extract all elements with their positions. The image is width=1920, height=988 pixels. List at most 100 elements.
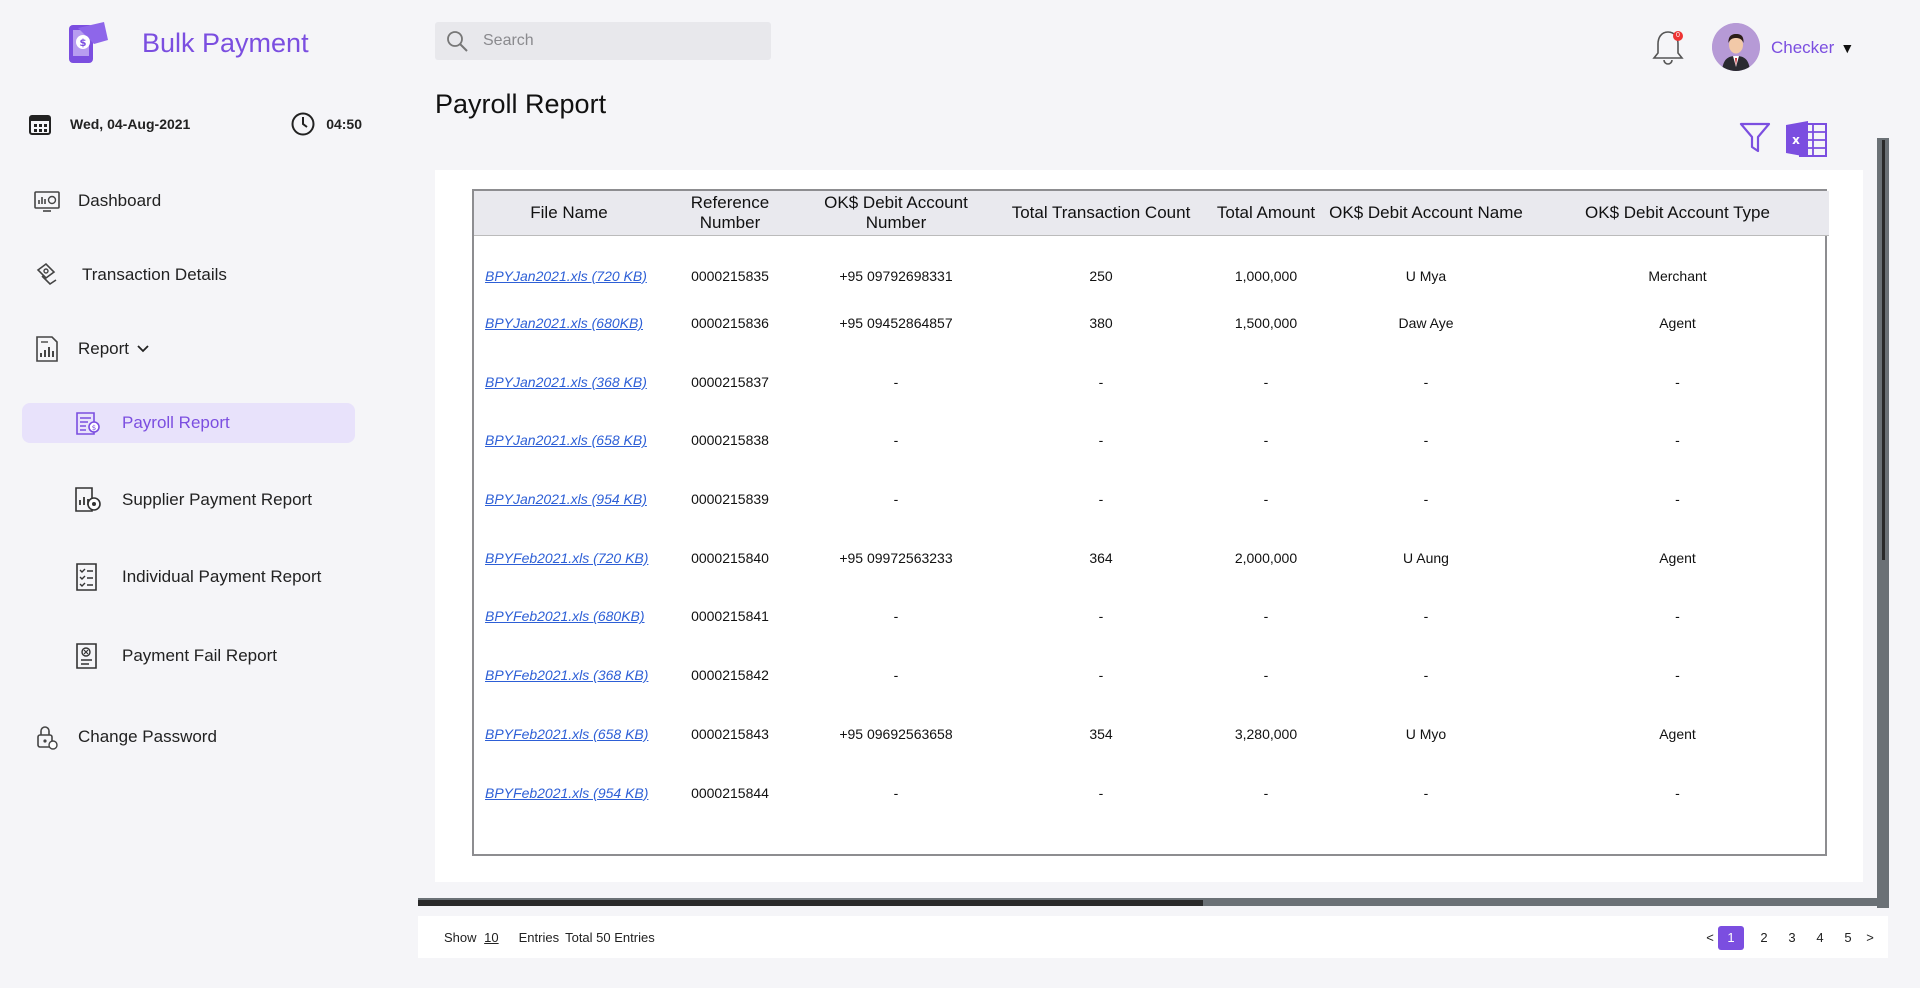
filter-icon[interactable] [1739, 120, 1771, 156]
sidebar: $ Bulk Payment Wed, 04-Aug-2021 04:50 Da… [0, 0, 380, 988]
page-button[interactable]: 4 [1806, 926, 1834, 950]
cell-total-transaction-count: - [1098, 784, 1104, 801]
notification-badge: 0 [1673, 31, 1683, 41]
cell-file-name: BPYJan2021.xls (368 KB) [474, 352, 664, 411]
sidebar-item-report[interactable]: Report [32, 334, 151, 364]
cell-file-name: BPYFeb2021.xls (954 KB) [474, 763, 664, 822]
supplier-report-icon [75, 487, 101, 512]
cell-total-amount: - [1263, 491, 1269, 508]
cell-total-transaction-count: - [1098, 373, 1104, 390]
page-button-current[interactable]: 1 [1718, 926, 1744, 950]
clock-icon [291, 112, 315, 136]
sidebar-item-label: Transaction Details [82, 265, 227, 284]
page-size-select[interactable]: 10 [484, 930, 498, 945]
cell-file-name: BPYJan2021.xls (720 KB) [474, 235, 664, 294]
cell-debit-account-number: - [893, 667, 899, 684]
file-download-link[interactable]: BPYFeb2021.xls (954 KB) [485, 785, 648, 801]
sidebar-item-change-password[interactable]: Change Password [32, 722, 217, 752]
calendar-icon [29, 115, 51, 135]
cell-debit-account-name: U Aung [1403, 549, 1449, 566]
notification-bell[interactable]: 0 [1651, 28, 1685, 66]
search-input[interactable] [483, 32, 743, 50]
cell-debit-account-number: - [893, 784, 899, 801]
file-download-link[interactable]: BPYFeb2021.xls (680KB) [485, 608, 645, 624]
cell-reference-number: 0000215838 [691, 432, 769, 449]
cell-reference-number: 0000215842 [691, 667, 769, 684]
cell-debit-account-type: - [1675, 373, 1680, 390]
cell-debit-account-type: - [1675, 784, 1680, 801]
file-download-link[interactable]: BPYJan2021.xls (954 KB) [485, 491, 647, 507]
cell-reference-number: 0000215843 [691, 725, 769, 742]
user-menu[interactable]: Checker ▼ [1771, 38, 1854, 58]
pagination: < 1 2 3 4 5 > [1702, 926, 1878, 950]
search-bar[interactable] [435, 22, 771, 60]
sidebar-item-dashboard[interactable]: Dashboard [32, 186, 161, 216]
sidebar-item-label: Dashboard [78, 191, 162, 210]
sidebar-item-transaction-details[interactable]: Transaction Details [32, 260, 227, 290]
cell-file-name: BPYFeb2021.xls (658 KB) [474, 705, 664, 764]
svg-text:$: $ [92, 424, 96, 432]
horizontal-scrollbar-thumb[interactable] [418, 900, 1203, 906]
avatar[interactable] [1712, 23, 1760, 71]
page-button[interactable]: 5 [1834, 926, 1862, 950]
show-entries[interactable]: Show 10 [444, 930, 499, 945]
lock-icon [37, 726, 58, 750]
file-download-link[interactable]: BPYJan2021.xls (368 KB) [485, 374, 647, 390]
cell-debit-account-type: Agent [1659, 549, 1696, 566]
cell-debit-account-type: - [1675, 432, 1680, 449]
excel-export-icon[interactable]: x [1784, 120, 1828, 158]
total-entries: Total 50 Entries [565, 929, 655, 945]
entries-label: Entries [518, 929, 560, 945]
prev-page-button[interactable]: < [1702, 926, 1718, 950]
datetime-bar: Wed, 04-Aug-2021 04:50 [28, 110, 362, 138]
sidebar-item-supplier-payment-report[interactable]: Supplier Payment Report [72, 485, 312, 515]
cell-debit-account-type: Merchant [1648, 267, 1707, 284]
cell-reference-number: 0000215844 [691, 784, 769, 801]
cell-total-transaction-count: 354 [1089, 725, 1113, 742]
next-page-button[interactable]: > [1862, 926, 1878, 950]
cell-reference-number: 0000215835 [691, 267, 769, 284]
sidebar-item-payment-fail-report[interactable]: Payment Fail Report [72, 641, 277, 671]
page-button[interactable]: 2 [1750, 926, 1778, 950]
file-download-link[interactable]: BPYJan2021.xls (720 KB) [485, 268, 647, 284]
cell-debit-account-number: +95 09692563658 [839, 725, 953, 742]
cell-total-amount: - [1263, 784, 1269, 801]
cell-debit-account-name: - [1423, 491, 1429, 508]
cell-debit-account-number: - [893, 373, 899, 390]
clock: 04:50 [290, 111, 362, 137]
file-download-link[interactable]: BPYJan2021.xls (680KB) [485, 315, 643, 331]
transaction-icon [36, 262, 57, 286]
cell-file-name: BPYFeb2021.xls (720 KB) [474, 528, 664, 587]
file-download-link[interactable]: BPYFeb2021.xls (720 KB) [485, 550, 648, 566]
cell-total-amount: 1,000,000 [1234, 267, 1298, 284]
cell-debit-account-type: - [1675, 667, 1680, 684]
file-download-link[interactable]: BPYFeb2021.xls (658 KB) [485, 726, 648, 742]
sidebar-item-individual-payment-report[interactable]: Individual Payment Report [72, 562, 321, 592]
payroll-report-icon: $ [76, 412, 100, 435]
page-button[interactable]: 3 [1778, 926, 1806, 950]
cell-total-transaction-count: - [1098, 608, 1104, 625]
cell-debit-account-name: U Myo [1405, 725, 1447, 742]
cell-debit-account-number: - [893, 432, 899, 449]
cell-total-transaction-count: - [1098, 667, 1104, 684]
table-row: BPYFeb2021.xls (368 KB) 0000215842 - - - - - [474, 646, 1829, 705]
cell-total-transaction-count: - [1098, 432, 1104, 449]
table-row: BPYJan2021.xls (658 KB) 0000215838 - - - - - [474, 411, 1829, 470]
file-download-link[interactable]: BPYJan2021.xls (658 KB) [485, 432, 647, 448]
table-row: BPYJan2021.xls (954 KB) 0000215839 - - - - - [474, 470, 1829, 529]
sidebar-item-label: Change Password [78, 727, 217, 746]
page-title: Payroll Report [435, 89, 607, 119]
column-header-total-transaction-count: Total Transaction Count [1011, 202, 1191, 222]
cell-file-name: BPYFeb2021.xls (368 KB) [474, 646, 664, 705]
table-row: BPYFeb2021.xls (680KB) 0000215841 - - - - - [474, 587, 1829, 646]
column-header-reference-number: Reference Number [690, 192, 770, 232]
sidebar-item-label: Payment Fail Report [122, 646, 277, 665]
vertical-scrollbar-thumb[interactable] [1882, 140, 1885, 560]
brand[interactable]: $ Bulk Payment [64, 20, 309, 66]
table-row: BPYFeb2021.xls (954 KB) 0000215844 - - - - - [474, 763, 1829, 822]
cell-reference-number: 0000215839 [691, 491, 769, 508]
file-download-link[interactable]: BPYFeb2021.xls (368 KB) [485, 667, 648, 683]
sidebar-item-label: Payroll Report [122, 413, 230, 432]
cell-file-name: BPYFeb2021.xls (680KB) [474, 587, 664, 646]
sidebar-item-payroll-report[interactable]: $ Payroll Report [72, 408, 230, 438]
